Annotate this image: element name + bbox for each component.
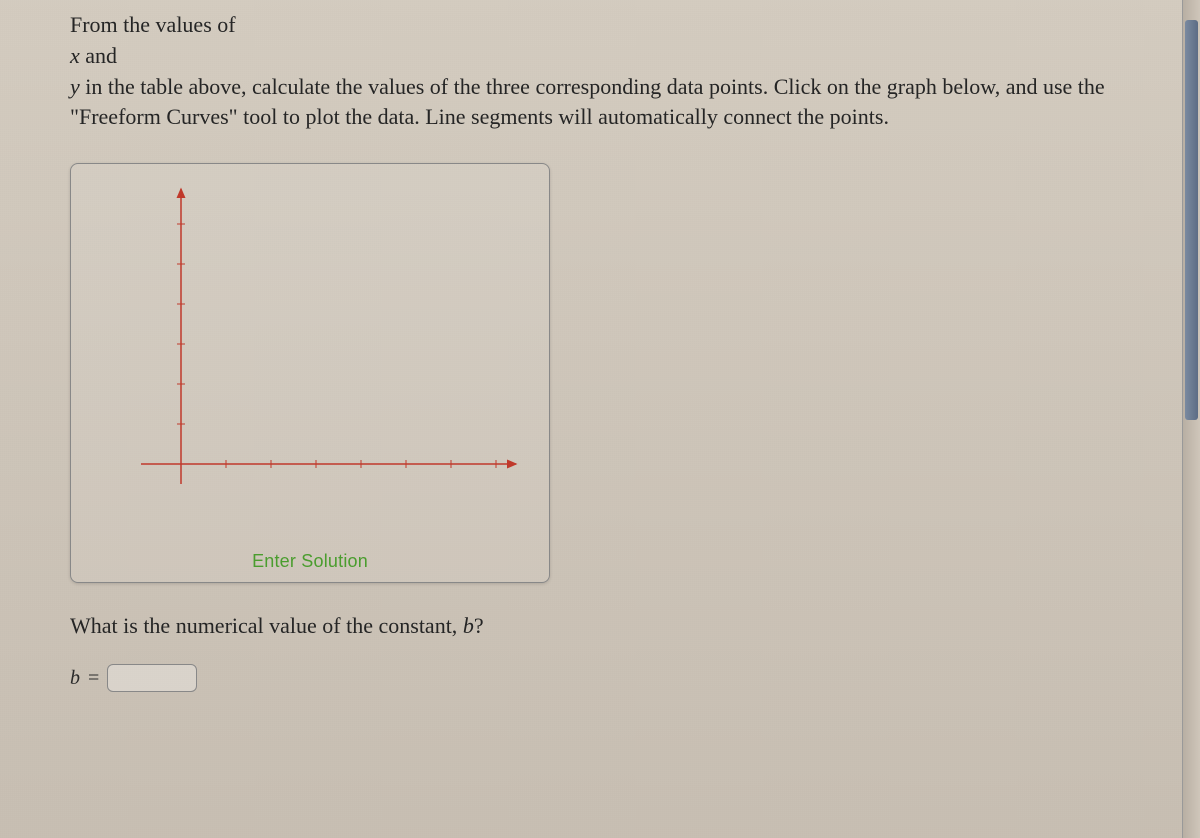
graph-area[interactable] (71, 164, 549, 534)
instructions-line1: From the values of (70, 12, 236, 37)
answer-label-b: b (70, 667, 80, 690)
variable-x: x (70, 43, 80, 68)
scrollbar-thumb[interactable] (1185, 20, 1198, 420)
question-prefix: What is the numerical value of the const… (70, 613, 463, 638)
answer-equals: = (88, 667, 99, 690)
variable-y: y (70, 74, 80, 99)
instructions-body: in the table above, calculate the values… (70, 74, 1105, 130)
b-value-input[interactable] (107, 664, 197, 692)
question-content: From the values of x and y in the table … (0, 0, 1200, 692)
answer-row: b = (70, 664, 1130, 692)
variable-b: b (463, 613, 474, 638)
enter-solution-button[interactable]: Enter Solution (71, 551, 549, 572)
instructions-text: From the values of x and y in the table … (70, 10, 1130, 133)
instructions-and: and (80, 43, 117, 68)
graph-panel[interactable]: Enter Solution (70, 163, 550, 583)
question-b-prompt: What is the numerical value of the const… (70, 613, 1130, 639)
vertical-scrollbar[interactable] (1182, 0, 1200, 838)
question-suffix: ? (474, 613, 484, 638)
axes-svg (71, 164, 550, 534)
